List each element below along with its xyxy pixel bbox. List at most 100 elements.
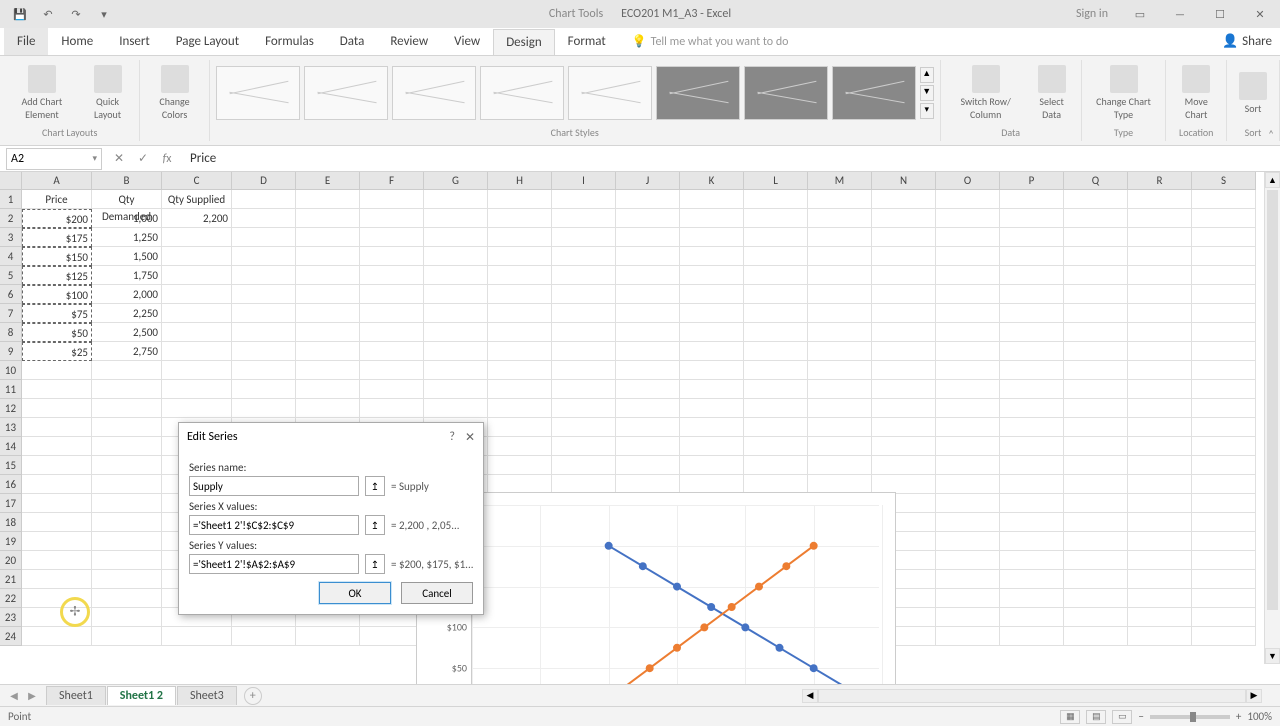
cell[interactable] xyxy=(936,399,1000,418)
cell[interactable] xyxy=(1128,285,1192,304)
tell-me-search[interactable]: 💡 Tell me what you want to do xyxy=(619,28,802,55)
cell[interactable] xyxy=(232,342,296,361)
cell[interactable] xyxy=(360,228,424,247)
cell[interactable] xyxy=(680,418,744,437)
cell[interactable] xyxy=(296,209,360,228)
series-y-input[interactable] xyxy=(189,554,359,574)
cell[interactable] xyxy=(616,380,680,399)
row-header[interactable]: 1 xyxy=(0,190,22,209)
cell[interactable] xyxy=(1064,418,1128,437)
cell[interactable] xyxy=(552,418,616,437)
tab-insert[interactable]: Insert xyxy=(106,28,163,55)
cell[interactable] xyxy=(744,342,808,361)
cell[interactable] xyxy=(1192,475,1256,494)
cell[interactable] xyxy=(1064,551,1128,570)
cell[interactable] xyxy=(744,304,808,323)
cell[interactable] xyxy=(1192,247,1256,266)
tab-review[interactable]: Review xyxy=(377,28,441,55)
cell[interactable] xyxy=(936,209,1000,228)
dialog-help-icon[interactable]: ? xyxy=(449,430,455,445)
cell[interactable] xyxy=(1192,589,1256,608)
cell[interactable] xyxy=(488,380,552,399)
cell[interactable] xyxy=(1128,304,1192,323)
cell[interactable] xyxy=(1192,513,1256,532)
cell[interactable] xyxy=(22,513,92,532)
cell[interactable] xyxy=(1128,475,1192,494)
row-header[interactable]: 21 xyxy=(0,570,22,589)
cell[interactable] xyxy=(1128,437,1192,456)
cell[interactable] xyxy=(1064,494,1128,513)
chart-style-thumb[interactable] xyxy=(480,66,564,120)
row-header[interactable]: 23 xyxy=(0,608,22,627)
cell[interactable] xyxy=(744,190,808,209)
cell[interactable] xyxy=(808,266,872,285)
cell[interactable] xyxy=(1000,342,1064,361)
gallery-up-icon[interactable]: ▲ xyxy=(920,67,934,83)
cell[interactable] xyxy=(872,418,936,437)
cell[interactable]: 1,750 xyxy=(92,266,162,285)
cell[interactable] xyxy=(360,361,424,380)
cell[interactable] xyxy=(92,361,162,380)
chart-style-thumb[interactable] xyxy=(568,66,652,120)
cell[interactable] xyxy=(92,589,162,608)
cell[interactable] xyxy=(1000,323,1064,342)
cell[interactable]: Price xyxy=(22,190,92,209)
cell[interactable] xyxy=(680,399,744,418)
cell[interactable] xyxy=(296,266,360,285)
cell[interactable] xyxy=(744,228,808,247)
cell[interactable] xyxy=(808,285,872,304)
tab-design[interactable]: Design xyxy=(493,29,554,55)
cell[interactable] xyxy=(360,247,424,266)
cell[interactable] xyxy=(296,323,360,342)
chart-style-thumb[interactable] xyxy=(744,66,828,120)
cell[interactable] xyxy=(162,380,232,399)
cell[interactable] xyxy=(22,380,92,399)
add-sheet-button[interactable]: + xyxy=(244,687,262,705)
cell[interactable] xyxy=(808,380,872,399)
cell[interactable] xyxy=(1064,532,1128,551)
cell[interactable] xyxy=(1064,228,1128,247)
cell[interactable] xyxy=(936,228,1000,247)
row-header[interactable]: 10 xyxy=(0,361,22,380)
cell[interactable] xyxy=(872,361,936,380)
collapse-dialog-icon[interactable]: ↥ xyxy=(365,515,385,535)
cell[interactable] xyxy=(680,323,744,342)
cell[interactable] xyxy=(1128,418,1192,437)
cell[interactable] xyxy=(488,399,552,418)
cell[interactable] xyxy=(680,190,744,209)
cell[interactable] xyxy=(1000,475,1064,494)
cell[interactable] xyxy=(744,285,808,304)
scroll-down-icon[interactable]: ▼ xyxy=(1265,648,1280,664)
cell[interactable] xyxy=(1000,380,1064,399)
cell[interactable] xyxy=(1000,456,1064,475)
cell[interactable] xyxy=(424,304,488,323)
cell[interactable] xyxy=(22,361,92,380)
chart-styles-gallery[interactable]: ▲ ▼ ▾ xyxy=(216,62,934,124)
cell[interactable] xyxy=(616,247,680,266)
cell[interactable] xyxy=(1192,494,1256,513)
cell[interactable] xyxy=(872,266,936,285)
cell[interactable]: 1,000 xyxy=(92,209,162,228)
column-header[interactable]: C xyxy=(162,172,232,190)
sheet-tab[interactable]: Sheet3 xyxy=(177,686,237,705)
cell[interactable]: 2,750 xyxy=(92,342,162,361)
cell[interactable] xyxy=(552,456,616,475)
cell[interactable] xyxy=(22,494,92,513)
cell[interactable] xyxy=(360,323,424,342)
cell[interactable] xyxy=(1128,608,1192,627)
dialog-close-icon[interactable]: ✕ xyxy=(465,430,475,445)
cell[interactable] xyxy=(1128,399,1192,418)
cell[interactable]: 1,500 xyxy=(92,247,162,266)
cell[interactable] xyxy=(936,570,1000,589)
cell[interactable] xyxy=(616,209,680,228)
cell[interactable] xyxy=(92,532,162,551)
cell[interactable] xyxy=(808,247,872,266)
row-header[interactable]: 20 xyxy=(0,551,22,570)
cell[interactable] xyxy=(1192,437,1256,456)
cell[interactable] xyxy=(808,323,872,342)
cell[interactable] xyxy=(22,551,92,570)
cell[interactable] xyxy=(22,570,92,589)
cell[interactable] xyxy=(488,342,552,361)
row-header[interactable]: 7 xyxy=(0,304,22,323)
cell[interactable]: $175 xyxy=(22,228,92,247)
